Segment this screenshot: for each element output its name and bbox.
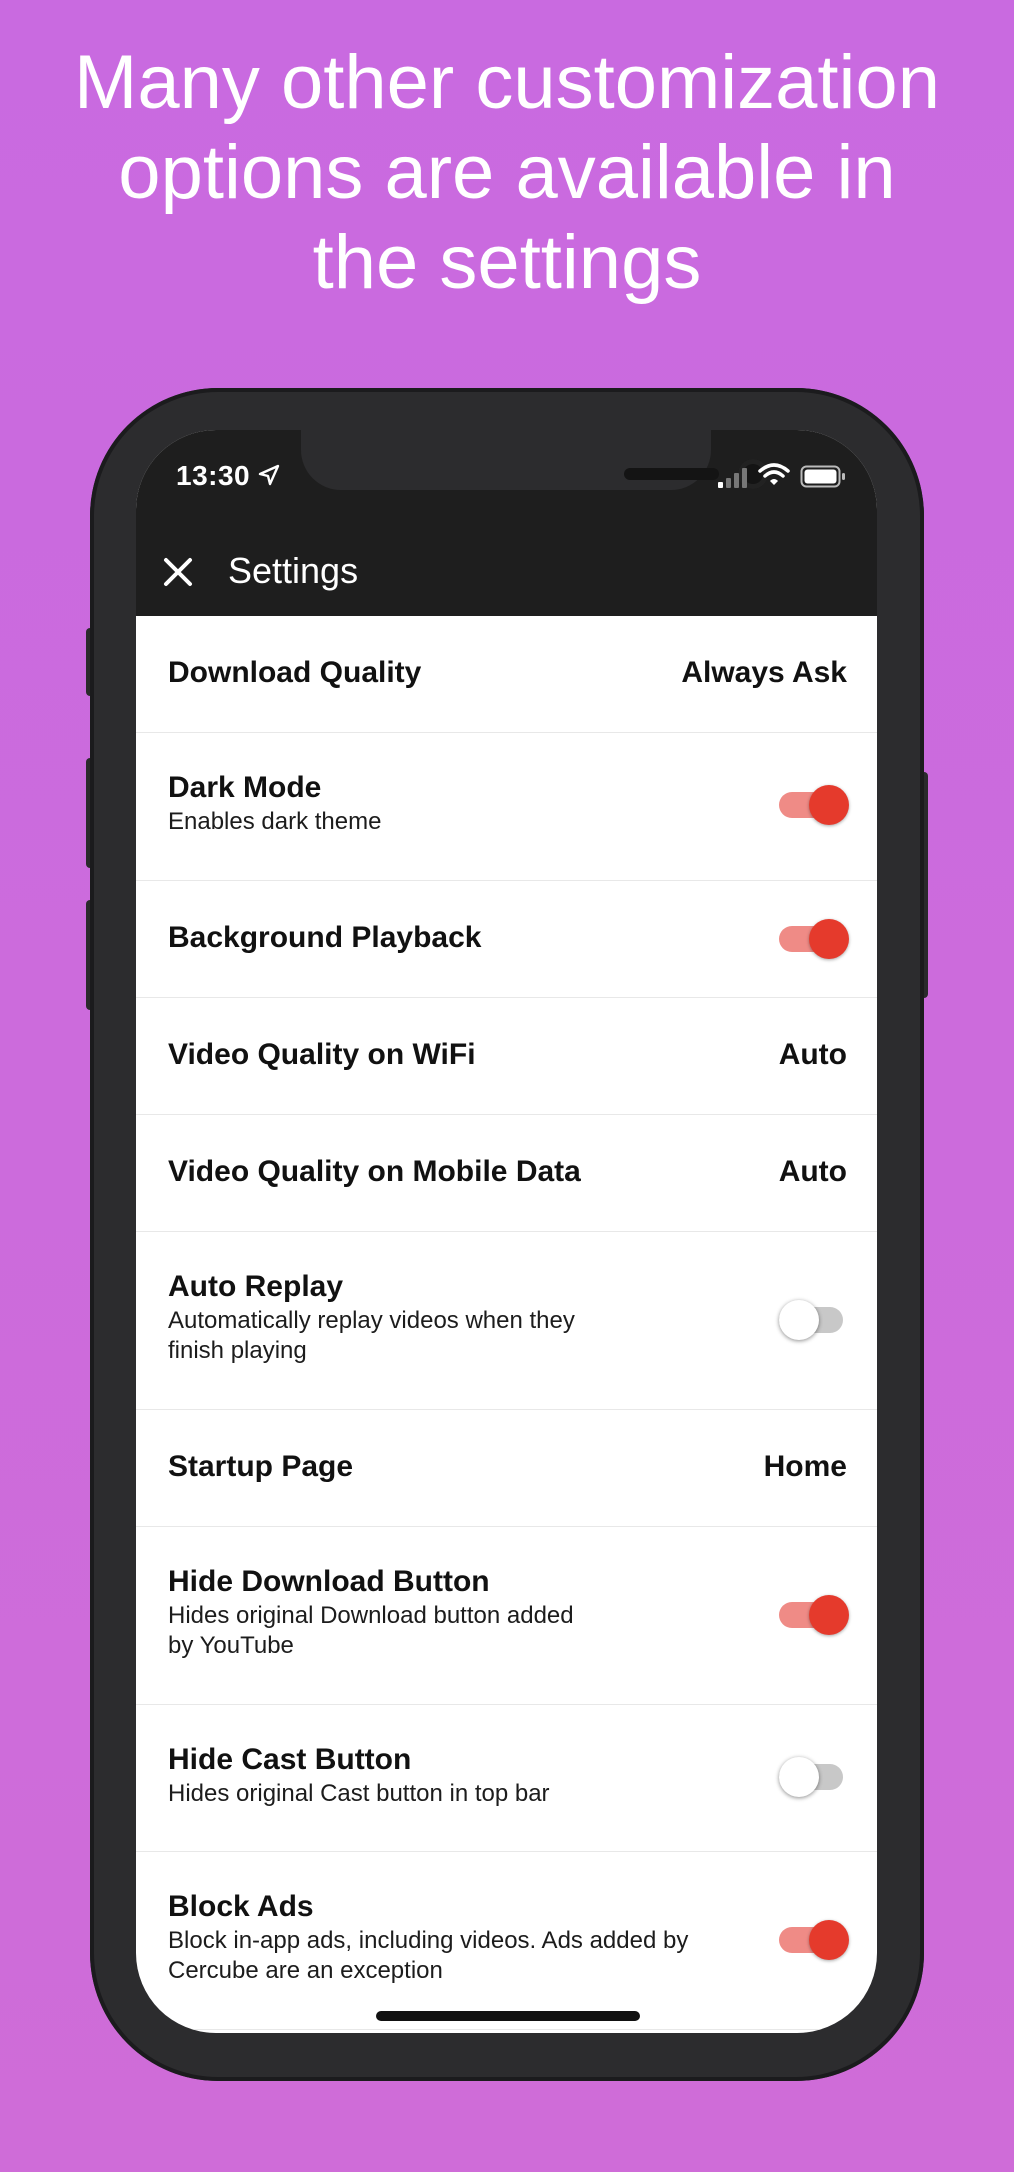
setting-title: Hide Cast Button [168,1743,412,1776]
setting-title: Hide Download Button [168,1565,490,1598]
phone-speaker [624,468,719,480]
setting-subtitle: Automatically replay videos when they fi… [168,1307,575,1364]
phone-screen: 13:30 Settings Download Quality Always A… [136,430,877,2033]
cellular-signal-icon [718,468,747,488]
toggle-thumb [779,1757,819,1797]
setting-title: Video Quality on WiFi [168,1038,476,1071]
setting-startup-page[interactable]: Startup Page Home [136,1410,877,1527]
auto-replay-toggle[interactable] [779,1298,849,1342]
location-arrow-icon [258,464,280,486]
setting-background-playback[interactable]: Background Playback [136,881,877,998]
setting-subtitle: Enables dark theme [168,808,382,835]
page-title: Settings [228,550,359,591]
setting-subtitle: Block in-app ads, including videos. Ads … [168,1927,689,1984]
setting-block-ads[interactable]: Block Ads Block in-app ads, including vi… [136,1852,877,2030]
setting-title: Auto Replay [168,1270,344,1303]
setting-auto-replay[interactable]: Auto Replay Automatically replay videos … [136,1232,877,1410]
app-bar: Settings [136,530,877,616]
setting-hide-download-button[interactable]: Hide Download Button Hides original Down… [136,1527,877,1705]
hide-download-button-toggle[interactable] [779,1593,849,1637]
phone-notch [301,430,768,490]
status-time: 13:30 [176,460,251,491]
promo-headline: Many other customization options are ava… [74,40,940,305]
setting-video-quality-mobile-data[interactable]: Video Quality on Mobile Data Auto [136,1115,877,1232]
toggle-thumb [809,1595,849,1635]
close-icon[interactable] [158,552,198,592]
setting-title: Block Ads [168,1890,314,1923]
toggle-thumb [809,1920,849,1960]
battery-icon [800,465,845,488]
setting-title: Download Quality [168,656,422,689]
setting-hide-cast-button[interactable]: Hide Cast Button Hides original Cast but… [136,1705,877,1852]
home-indicator[interactable] [376,2011,640,2021]
setting-value: Always Ask [681,656,847,689]
toggle-thumb [809,919,849,959]
dark-mode-toggle[interactable] [779,783,849,827]
setting-subtitle: Hides original Cast button in top bar [168,1780,550,1807]
wifi-icon [758,463,790,485]
status-bar: 13:30 [136,430,877,530]
settings-list: Download Quality Always Ask Dark Mode En… [136,616,877,2030]
setting-value: Auto [778,1155,847,1188]
setting-video-quality-wifi[interactable]: Video Quality on WiFi Auto [136,998,877,1115]
setting-title: Background Playback [168,921,482,954]
hide-cast-button-toggle[interactable] [779,1755,849,1799]
setting-dark-mode[interactable]: Dark Mode Enables dark theme [136,733,877,881]
setting-download-quality[interactable]: Download Quality Always Ask [136,616,877,733]
block-ads-toggle[interactable] [779,1918,849,1962]
setting-value: Auto [778,1038,847,1071]
background-playback-toggle[interactable] [779,917,849,961]
setting-value: Home [763,1450,847,1483]
setting-title: Startup Page [168,1450,354,1483]
setting-title: Dark Mode [168,771,322,804]
toggle-thumb [809,785,849,825]
setting-title: Video Quality on Mobile Data [168,1155,581,1188]
toggle-thumb [779,1300,819,1340]
setting-subtitle: Hides original Download button added by … [168,1602,574,1659]
